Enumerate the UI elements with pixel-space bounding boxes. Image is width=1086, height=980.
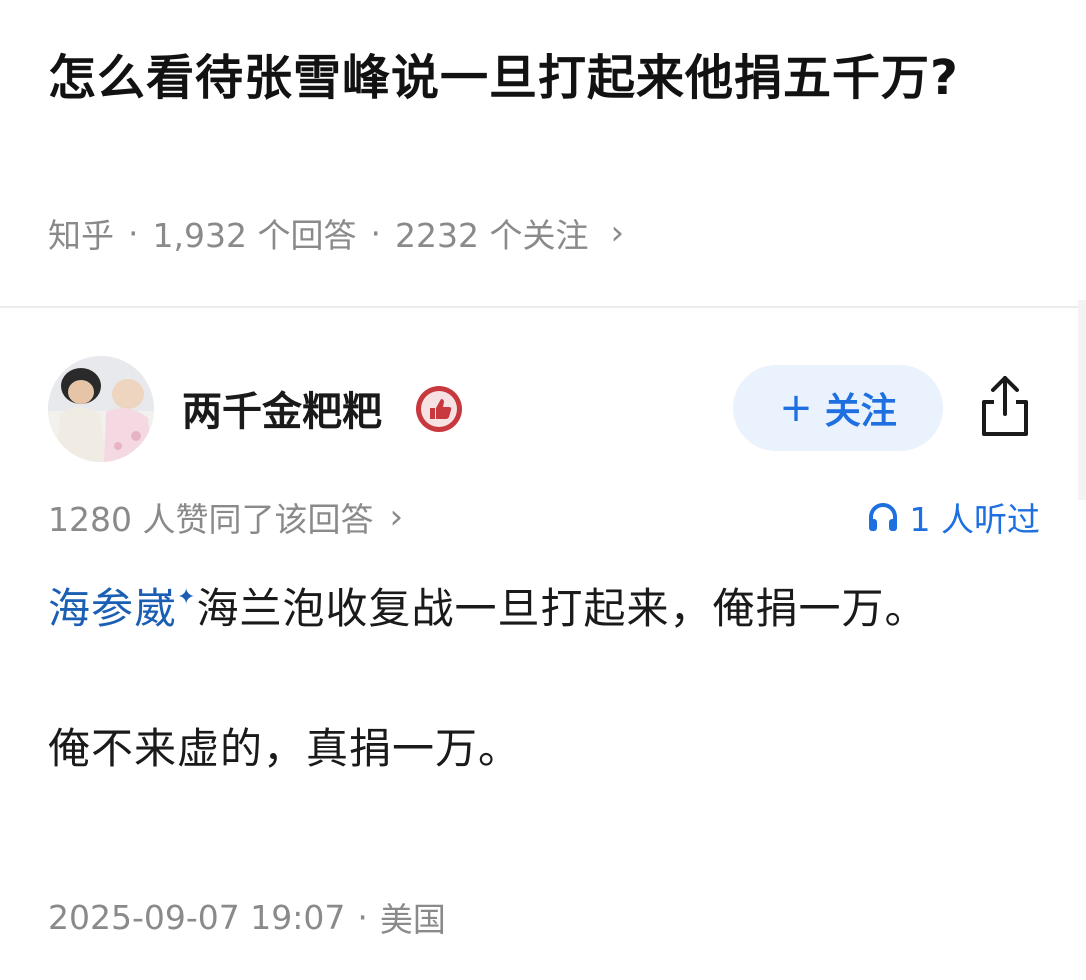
plus-icon: + — [779, 385, 813, 431]
question-title: 怎么看待张雪峰说一旦打起来他捐五千万? — [48, 50, 959, 106]
likes-summary[interactable]: 1280 人赞同了该回答 › — [48, 492, 403, 542]
follow-button[interactable]: + 关注 — [733, 365, 943, 451]
separator-dot: · — [370, 213, 381, 253]
topic-link[interactable]: 海参崴 — [48, 584, 177, 633]
listened-text: 1 人听过 — [909, 500, 1041, 539]
section-divider — [0, 306, 1086, 308]
followers-count: 2232 个关注 — [394, 216, 589, 255]
sparkle-icon: ✦ — [177, 585, 197, 610]
answer-text: 海兰泡收复战一旦打起来，俺捐一万。 — [196, 584, 928, 633]
share-icon[interactable] — [976, 372, 1034, 440]
author-name[interactable]: 两千金粑粑 — [182, 380, 382, 436]
answer-timestamp: 2025-09-07 19:07 — [48, 897, 346, 937]
listen-indicator[interactable]: 1 人听过 — [866, 492, 1041, 542]
answer-meta: 2025-09-07 19:07 · 美国 — [48, 892, 446, 942]
thumbs-up-badge-icon[interactable] — [414, 384, 464, 434]
separator-dot: · — [357, 897, 368, 937]
question-meta[interactable]: 知乎 · 1,932 个回答 · 2232 个关注 › — [48, 208, 624, 258]
separator-dot: · — [128, 213, 139, 253]
chevron-right-icon: › — [389, 497, 404, 537]
headphones-icon — [868, 503, 897, 531]
scrollbar[interactable] — [1078, 300, 1086, 500]
likes-text: 1280 人赞同了该回答 — [48, 500, 374, 539]
avatar[interactable] — [48, 356, 154, 462]
chevron-right-icon: › — [610, 213, 625, 253]
answer-content: 海参崴✦海兰泡收复战一旦打起来，俺捐一万。 俺不来虚的，真捐一万。 — [48, 566, 1028, 785]
answer-paragraph: 俺不来虚的，真捐一万。 — [48, 724, 522, 773]
follow-button-label: 关注 — [824, 391, 897, 432]
answer-location: 美国 — [379, 900, 446, 939]
answer-paragraph: 海参崴✦海兰泡收复战一旦打起来，俺捐一万。 — [48, 566, 1028, 645]
source-label: 知乎 — [48, 216, 114, 255]
answers-count: 1,932 个回答 — [152, 216, 357, 255]
